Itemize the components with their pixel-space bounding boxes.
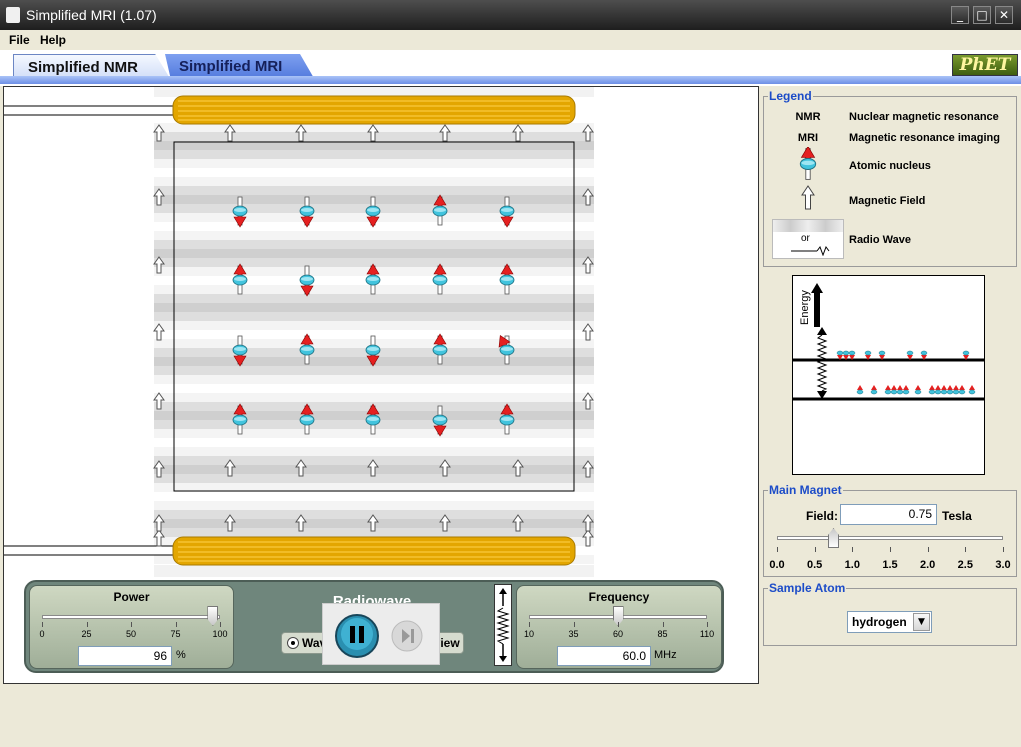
sample-atom-group: Sample Atom hydrogen ▼ (763, 581, 1017, 646)
legend-text-nmr: Nuclear magnetic resonance (849, 111, 999, 123)
sample-atom-select[interactable]: hydrogen ▼ (847, 611, 932, 633)
slider-tick (131, 622, 132, 627)
slider-tick-label: 35 (568, 629, 579, 639)
field-input[interactable]: 0.75 (840, 504, 937, 525)
frequency-panel: Frequency 10 35 60 85 110 60.0 MHz (516, 585, 722, 669)
wave-view-radio[interactable] (287, 637, 299, 649)
slider-tick-label: 75 (170, 629, 181, 639)
frequency-input[interactable]: 60.0 (557, 646, 651, 666)
main-magnet-title: Main Magnet (768, 483, 843, 497)
slider-tick (529, 622, 530, 627)
power-input[interactable]: 96 (78, 646, 172, 666)
coil-wires (4, 105, 174, 556)
energy-level-diagram: Energy (792, 275, 985, 475)
slider-tick-label: 2.5 (957, 559, 973, 571)
slider-tick-label: 1.5 (882, 559, 898, 571)
legend-text-radio-wave: Radio Wave (849, 234, 911, 246)
frequency-title: Frequency (588, 590, 650, 604)
slider-tick (707, 622, 708, 627)
top-magnet-coil (172, 95, 576, 125)
slider-tick-label: 2.0 (920, 559, 936, 571)
main-magnet-group: Main Magnet Field: 0.75 Tesla 0.0 0.5 1.0 1… (763, 483, 1017, 577)
frequency-unit: MHz (654, 649, 677, 661)
slider-tick (220, 622, 221, 627)
right-panel: Legend NMR Nuclear magnetic resonance MR… (759, 86, 1021, 747)
slider-tick-label: 100 (212, 629, 228, 639)
slider-tick (175, 622, 177, 627)
radiowave-coil-icon (494, 584, 512, 666)
legend-text-field: Magnetic Field (849, 195, 926, 207)
magnetic-field-arrow-icon (801, 185, 815, 210)
maximize-button[interactable]: □ (973, 6, 991, 24)
minimize-button[interactable]: _ (951, 6, 969, 24)
slider-tick (777, 547, 778, 552)
power-slider-track[interactable] (42, 615, 220, 619)
sample-atom-selected: hydrogen (852, 615, 907, 629)
power-title: Power (113, 590, 150, 604)
power-slider-thumb[interactable] (207, 606, 219, 626)
tab-underline (0, 76, 1021, 84)
legend-group: Legend NMR Nuclear magnetic resonance MR… (763, 89, 1017, 267)
slider-tick (573, 622, 575, 627)
field-slider-thumb[interactable] (828, 528, 839, 548)
slider-tick-label: 60 (612, 629, 623, 639)
menu-file[interactable]: File (9, 33, 30, 47)
slider-tick-label: 10 (523, 629, 534, 639)
radio-wave-icon: or (772, 219, 844, 259)
menu-bar: File Help (0, 30, 1021, 50)
slider-tick-label: 1.0 (844, 559, 860, 571)
phet-logo[interactable]: PhET (952, 54, 1018, 76)
slider-tick (618, 622, 619, 627)
legend-title: Legend (768, 89, 813, 103)
field-background (154, 87, 594, 577)
atomic-nucleus-icon (799, 147, 817, 180)
slider-tick-label: 110 (699, 629, 715, 639)
slider-tick-label: 50 (125, 629, 136, 639)
slider-tick-label: 0.0 (769, 559, 785, 571)
slider-tick-label: 3.0 (995, 559, 1011, 571)
title-bar: Simplified MRI (1.07) _ □ ✕ (0, 0, 1021, 30)
atomic-nucleus (799, 147, 817, 180)
bottom-magnet-coil (172, 536, 576, 566)
power-panel: Power 0 25 50 75 100 96 % (29, 585, 234, 669)
step-button[interactable] (391, 620, 423, 652)
sample-atom-title: Sample Atom (768, 581, 847, 595)
slider-tick (965, 547, 967, 552)
playback-controls (322, 603, 440, 665)
slider-tick-label: 25 (81, 629, 92, 639)
slider-tick (1003, 547, 1004, 552)
legend-abbr-nmr: NMR (795, 111, 821, 123)
field-slider-track[interactable] (777, 536, 1003, 540)
slider-tick (86, 622, 88, 627)
chevron-down-icon[interactable]: ▼ (913, 613, 930, 631)
close-button[interactable]: ✕ (995, 6, 1013, 24)
slider-tick (927, 547, 929, 552)
slider-tick (42, 622, 43, 627)
field-unit: Tesla (942, 509, 972, 523)
legend-text-nucleus: Atomic nucleus (849, 160, 931, 172)
slider-tick-label: 0.5 (807, 559, 823, 571)
java-app-icon (6, 7, 20, 23)
slider-tick (814, 547, 816, 552)
slider-tick (662, 622, 664, 627)
menu-help[interactable]: Help (40, 33, 66, 47)
simulation-canvas: Power 0255075100 96 % Radiowave Source W… (3, 86, 759, 684)
pause-button[interactable] (335, 614, 379, 658)
slider-tick-label: 85 (657, 629, 668, 639)
slider-tick (890, 547, 891, 552)
legend-abbr-mri: MRI (797, 132, 819, 144)
power-unit: % (176, 649, 186, 661)
energy-axis-label: Energy (799, 290, 811, 325)
window-title: Simplified MRI (1.07) (26, 7, 157, 23)
field-label: Field: (806, 509, 838, 523)
slider-tick-label: 0 (39, 629, 45, 639)
legend-text-mri: Magnetic resonance imaging (849, 132, 1000, 144)
slider-tick (852, 547, 854, 552)
